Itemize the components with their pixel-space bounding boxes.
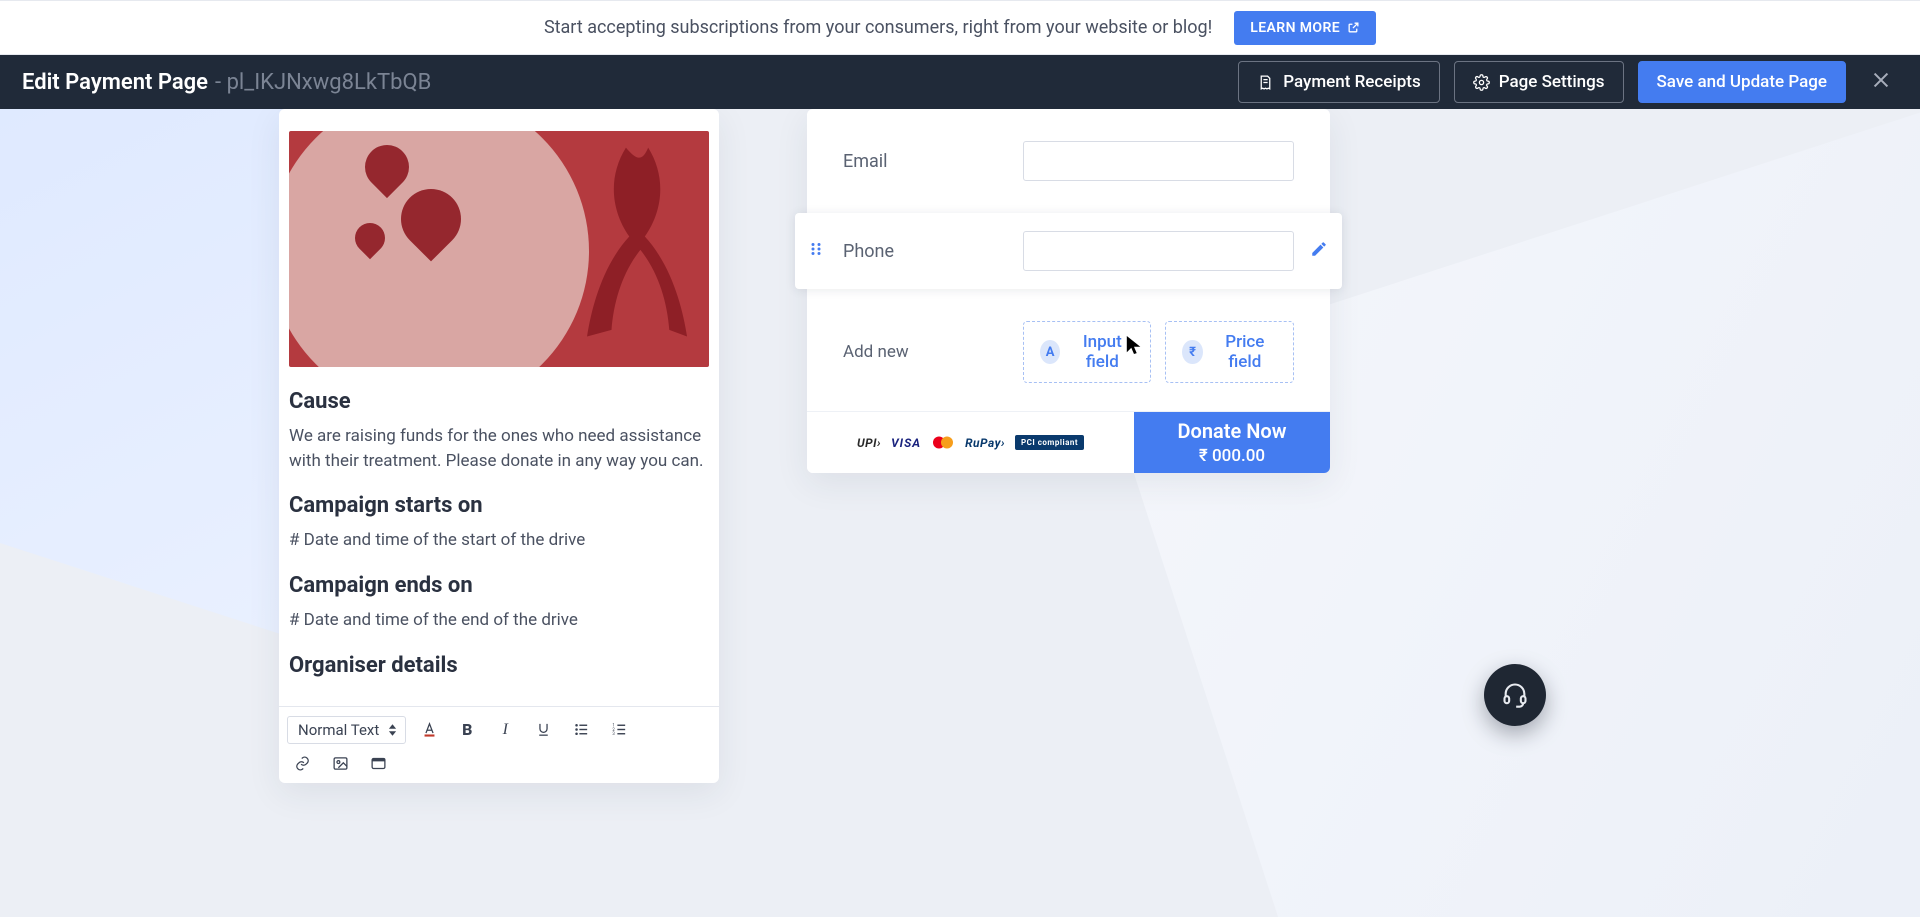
bullet-list-button[interactable] [566, 715, 596, 745]
underline-button[interactable] [528, 715, 558, 745]
learn-more-button[interactable]: LEARN MORE [1234, 11, 1376, 45]
editor-work-area: Cause We are raising funds for the ones … [0, 109, 1920, 917]
promo-banner: Start accepting subscriptions from your … [0, 0, 1920, 55]
pci-badge: PCI compliant [1015, 435, 1084, 450]
sort-icon [388, 723, 397, 737]
add-new-row: Add new A Input field ₹ Price field [843, 321, 1294, 383]
image-icon [332, 755, 349, 772]
bullet-list-icon [573, 721, 590, 738]
numbered-list-button[interactable]: 123 [604, 715, 634, 745]
edit-field-button[interactable] [1310, 240, 1328, 262]
gear-icon [1473, 74, 1490, 91]
campaign-start-heading: Campaign starts on [289, 493, 709, 518]
italic-button[interactable]: I [490, 715, 520, 745]
svg-text:3: 3 [612, 732, 615, 737]
campaign-end-body: # Date and time of the end of the drive [289, 608, 709, 633]
hero-image [289, 131, 709, 367]
page-title: Edit Payment Page [22, 70, 208, 95]
organiser-heading: Organiser details [289, 653, 709, 678]
ribbon-icon [574, 141, 689, 341]
payment-receipts-button[interactable]: Payment Receipts [1238, 61, 1439, 103]
learn-more-label: LEARN MORE [1250, 20, 1340, 36]
close-icon [1870, 69, 1892, 91]
price-field-chip: ₹ [1182, 340, 1202, 364]
link-icon [294, 755, 311, 772]
text-style-select[interactable]: Normal Text [287, 716, 406, 744]
page-content-card[interactable]: Cause We are raising funds for the ones … [279, 109, 719, 783]
link-button[interactable] [287, 749, 317, 779]
text-color-button[interactable] [414, 715, 444, 745]
email-label: Email [843, 151, 1023, 172]
cause-heading: Cause [289, 389, 709, 414]
form-row-phone[interactable]: Phone [795, 213, 1342, 289]
add-new-label: Add new [843, 342, 1023, 362]
upi-logo: UPI› [857, 436, 881, 450]
campaign-start-body: # Date and time of the start of the driv… [289, 528, 709, 553]
promo-text: Start accepting subscriptions from your … [544, 17, 1212, 38]
headset-icon [1501, 681, 1529, 709]
insert-video-button[interactable] [363, 749, 393, 779]
donate-now-button[interactable]: Donate Now ₹ 000.00 [1134, 412, 1330, 473]
help-fab[interactable] [1484, 664, 1546, 726]
underline-icon [535, 721, 552, 738]
donate-amount: ₹ 000.00 [1199, 446, 1265, 466]
video-icon [370, 755, 387, 772]
phone-input[interactable] [1023, 231, 1294, 271]
external-link-icon [1347, 21, 1360, 34]
payment-methods-strip: UPI› VISA RuPay› PCI compliant [807, 412, 1134, 473]
topbar: Edit Payment Page - pl_IKJNxwg8LkTbQB Pa… [0, 55, 1920, 109]
rich-text-toolbar: Normal Text B I [279, 706, 719, 783]
donate-label: Donate Now [1178, 419, 1287, 443]
save-and-update-button[interactable]: Save and Update Page [1638, 61, 1847, 103]
pencil-icon [1310, 240, 1328, 258]
form-row-email[interactable]: Email [843, 141, 1294, 181]
donate-row: UPI› VISA RuPay› PCI compliant Donate No… [807, 411, 1330, 473]
input-field-chip: A [1040, 340, 1060, 364]
numbered-list-icon: 123 [611, 721, 628, 738]
visa-logo: VISA [891, 436, 921, 450]
drag-handle-icon[interactable] [807, 240, 825, 262]
insert-image-button[interactable] [325, 749, 355, 779]
receipt-icon [1257, 74, 1274, 91]
add-price-field-button[interactable]: ₹ Price field [1165, 321, 1294, 383]
close-button[interactable] [1864, 63, 1898, 101]
mastercard-logo [931, 435, 955, 450]
page-description-editor[interactable]: Cause We are raising funds for the ones … [279, 389, 719, 706]
campaign-end-heading: Campaign ends on [289, 573, 709, 598]
payment-form-card: Email Phone Add new A Input field ₹ [807, 109, 1330, 473]
rupay-logo: RuPay› [965, 436, 1005, 450]
text-color-icon [421, 721, 438, 738]
cause-body: We are raising funds for the ones who ne… [289, 424, 709, 473]
page-settings-button[interactable]: Page Settings [1454, 61, 1624, 103]
bold-button[interactable]: B [452, 715, 482, 745]
phone-label: Phone [843, 241, 1023, 262]
email-input[interactable] [1023, 141, 1294, 181]
add-input-field-button[interactable]: A Input field [1023, 321, 1151, 383]
page-id: - pl_IKJNxwg8LkTbQB [215, 70, 431, 95]
